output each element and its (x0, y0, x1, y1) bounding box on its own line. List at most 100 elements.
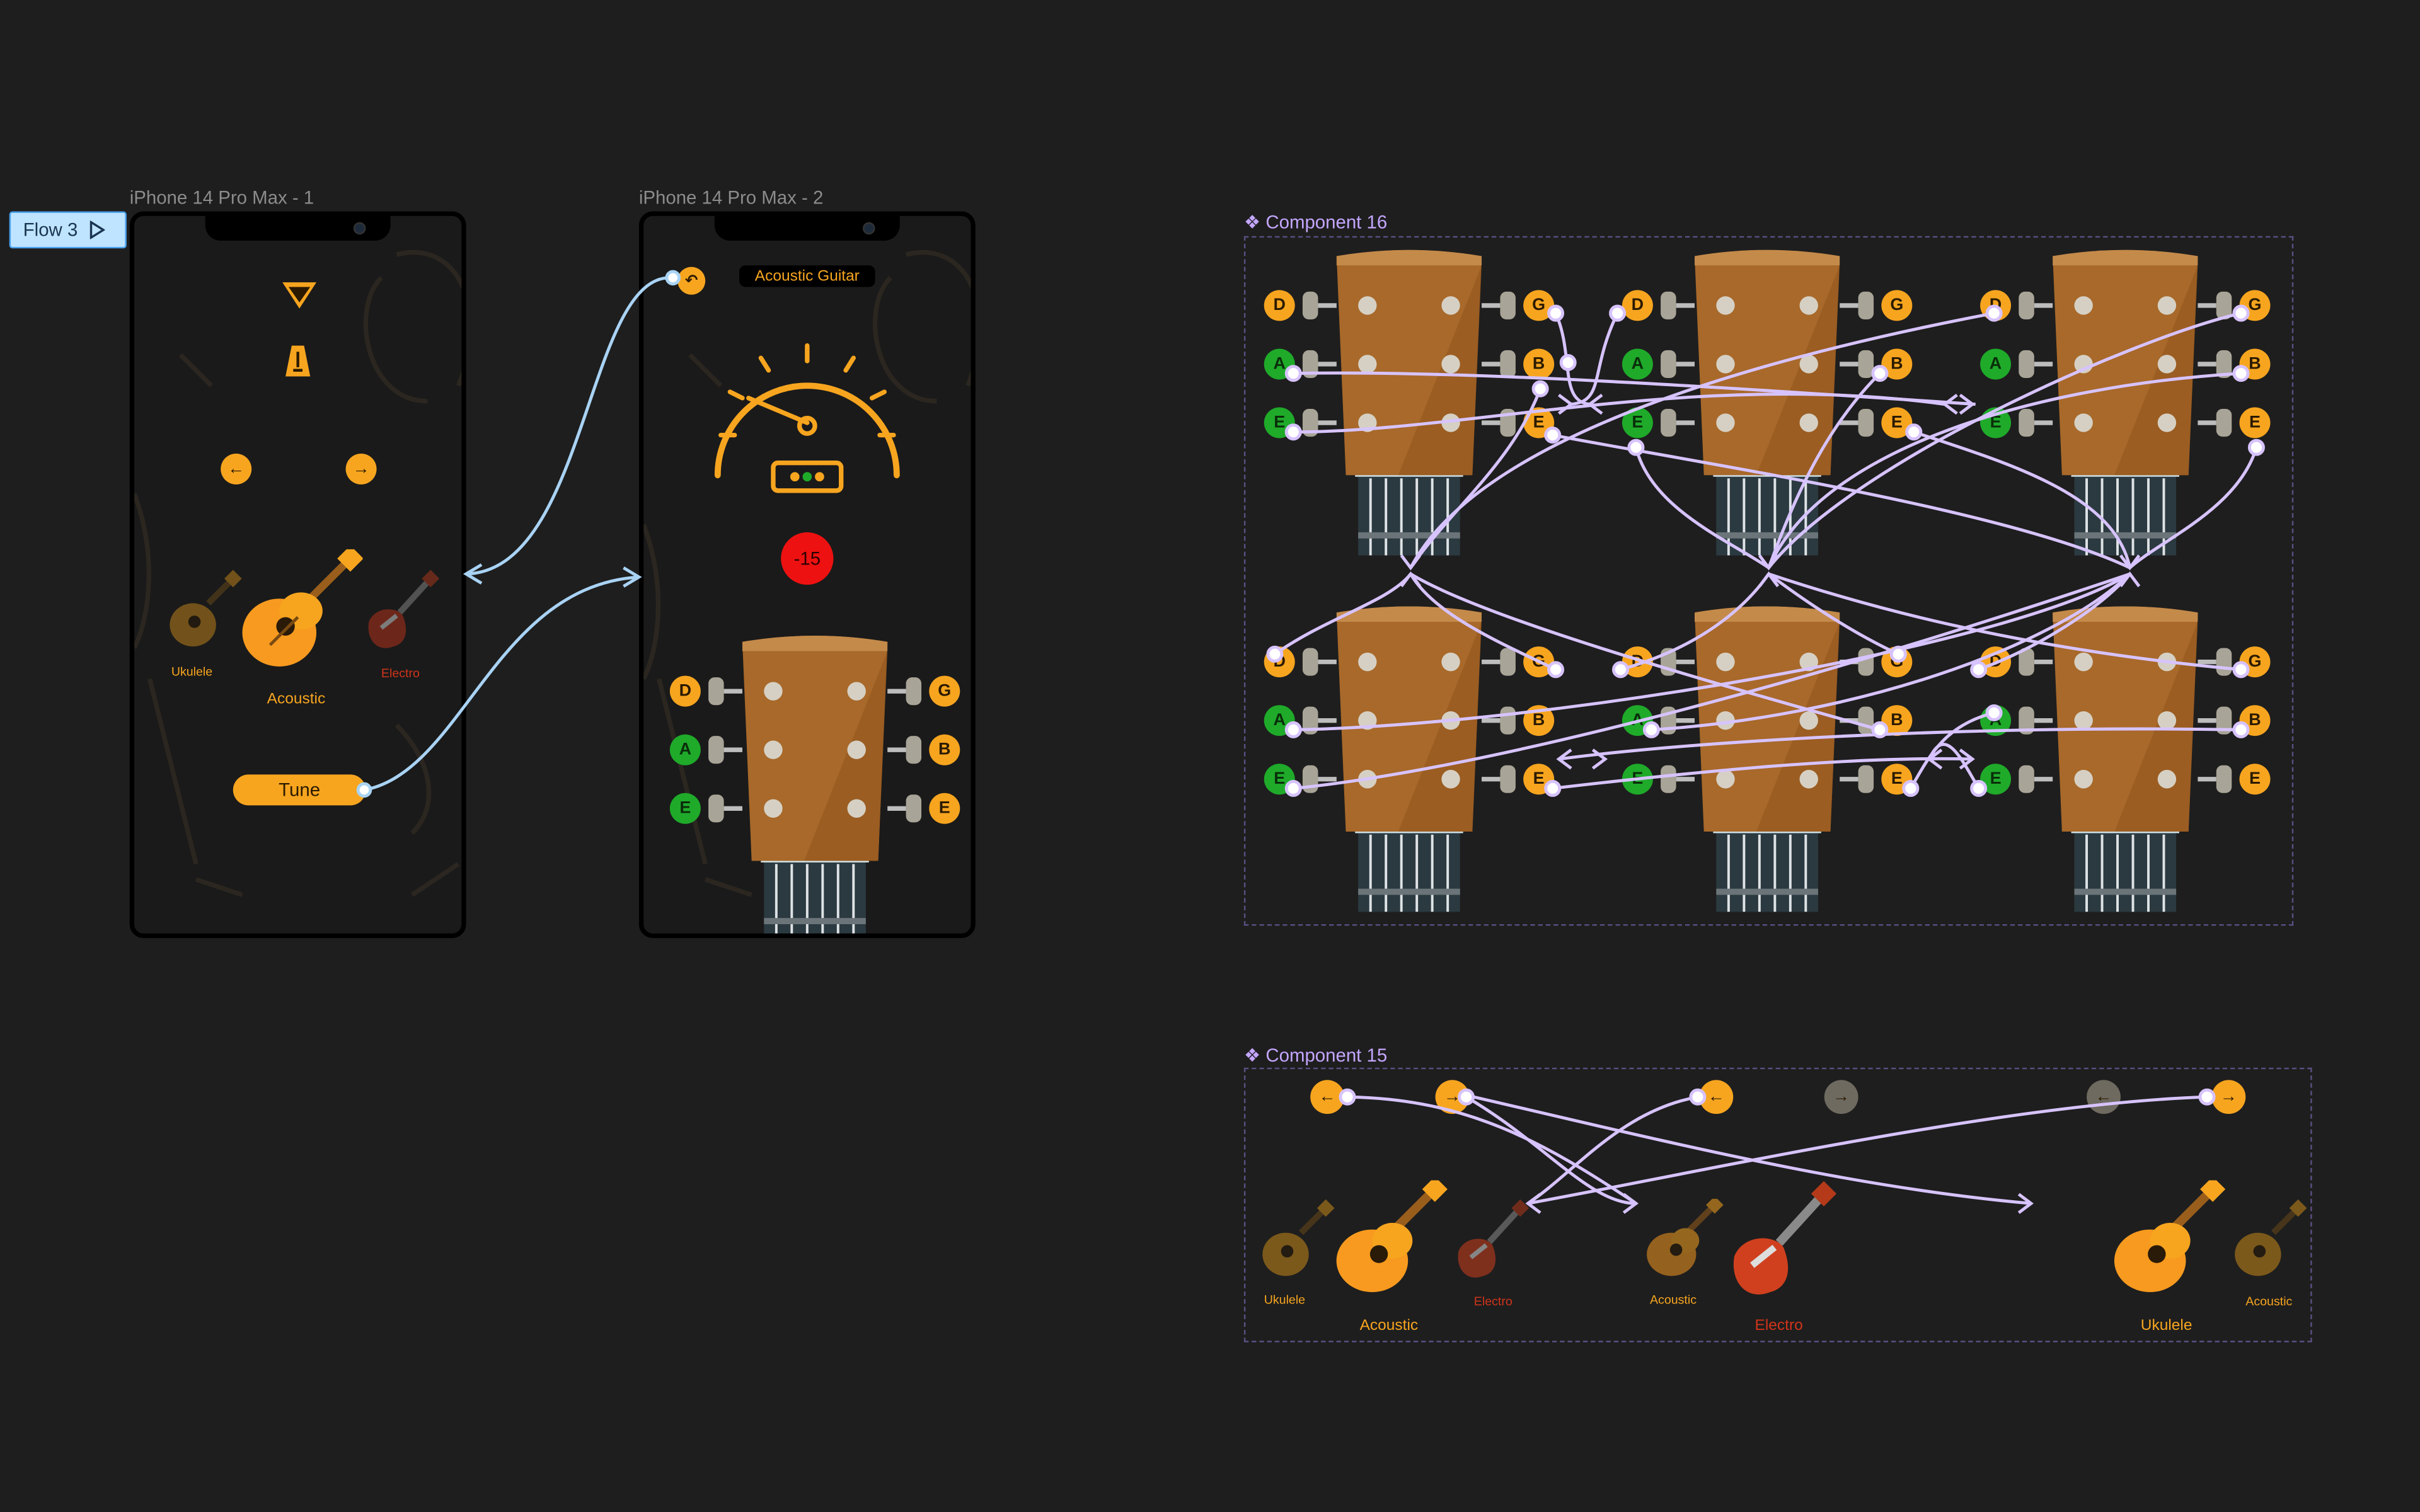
component-title-15[interactable]: ❖ Component 15 (1244, 1045, 1387, 1066)
back-icon: ↶ (684, 272, 698, 290)
next-instrument-button[interactable]: → (345, 454, 377, 484)
string-peg-left[interactable]: E (1980, 764, 2012, 795)
string-peg-left[interactable]: D (1980, 646, 2012, 678)
guitar-headstock-icon (2019, 249, 2232, 556)
string-peg-left[interactable]: E (1264, 764, 1295, 795)
string-peg-left[interactable]: D (669, 675, 701, 707)
component-icon: ❖ (1243, 211, 1266, 233)
ukulele-icon[interactable] (2227, 1199, 2307, 1285)
gauge-icon (714, 343, 900, 493)
string-peg-left[interactable]: A (1264, 705, 1295, 736)
flow-starting-point[interactable]: Flow 3 (9, 211, 127, 249)
instrument-label: Electro (1473, 1294, 1512, 1309)
ukulele-icon[interactable] (1255, 1199, 1335, 1285)
string-peg-right[interactable]: B (2239, 348, 2271, 380)
frame-title-1[interactable]: iPhone 14 Pro Max - 1 (130, 186, 314, 208)
string-peg-left[interactable]: A (1980, 705, 2012, 736)
metronome-icon[interactable] (282, 343, 313, 380)
previous-instrument-button[interactable]: ← (221, 454, 252, 484)
string-peg-left[interactable]: A (1622, 348, 1653, 380)
electric-guitar-icon[interactable] (1449, 1199, 1530, 1285)
string-peg-left[interactable]: E (1980, 407, 2012, 438)
arrow-right-button[interactable]: → (1824, 1080, 1858, 1114)
arrow-left-button[interactable]: ← (2087, 1080, 2121, 1114)
instrument-label: Ukulele (1264, 1293, 1306, 1307)
arrow-left-button[interactable]: ← (1310, 1080, 1345, 1114)
arrow-left-icon: ← (228, 459, 245, 479)
string-peg-left[interactable]: A (1980, 348, 2012, 380)
string-peg-left[interactable]: E (1622, 764, 1653, 795)
arrow-right-icon: → (2220, 1087, 2237, 1106)
string-peg-right[interactable]: G (2239, 646, 2271, 678)
deviation-badge: -15 (781, 532, 834, 585)
acoustic-guitar-icon[interactable] (236, 549, 363, 679)
string-peg-right[interactable]: E (1881, 407, 1913, 438)
string-peg-right[interactable]: B (1523, 705, 1555, 736)
guitar-headstock-icon (1302, 249, 1516, 556)
string-peg-right[interactable]: E (2239, 764, 2271, 795)
string-peg-left[interactable]: D (1264, 646, 1295, 678)
arrow-right-button[interactable]: → (2211, 1080, 2246, 1114)
string-peg-right[interactable]: G (1523, 290, 1555, 321)
string-peg-left[interactable]: E (1622, 407, 1653, 438)
string-peg-left[interactable]: A (1264, 348, 1295, 380)
string-peg-right[interactable]: G (2239, 290, 2271, 321)
instrument-label: Acoustic (2245, 1294, 2293, 1309)
arrow-left-button[interactable]: ← (1699, 1080, 1734, 1114)
string-peg-left[interactable]: D (1622, 646, 1653, 678)
design-canvas: Flow 3 iPhone 14 Pro Max - 1 iPhone 14 P… (0, 0, 2420, 1512)
string-peg-left[interactable]: D (1980, 290, 2012, 321)
acoustic-guitar-icon[interactable] (2110, 1180, 2227, 1305)
frame-title-2[interactable]: iPhone 14 Pro Max - 2 (639, 186, 823, 208)
guitar-headstock-icon (2019, 606, 2232, 912)
string-peg-right[interactable]: E (2239, 407, 2271, 438)
component-icon: ❖ (1243, 1044, 1266, 1067)
arrow-right-button[interactable]: → (1435, 1080, 1470, 1114)
arrow-right-icon: → (352, 459, 370, 479)
string-peg-left[interactable]: D (1264, 290, 1295, 321)
string-peg-right[interactable]: B (1881, 348, 1913, 380)
guitar-headstock-icon (1661, 606, 1874, 912)
arrow-left-icon: ← (1318, 1087, 1336, 1106)
guitar-headstock-icon (1302, 606, 1516, 912)
string-peg-right[interactable]: E (929, 793, 960, 824)
acoustic-guitar-icon[interactable] (1644, 1198, 1724, 1285)
instrument-label: Acoustic (1649, 1293, 1697, 1307)
play-icon (90, 220, 106, 239)
string-peg-right[interactable]: E (1523, 407, 1555, 438)
string-peg-right[interactable]: E (1881, 764, 1913, 795)
phone-frame-home[interactable]: ← → Ukulele Acoustic Electro Tune (129, 211, 466, 938)
string-peg-left[interactable]: D (1622, 290, 1653, 321)
string-peg-right[interactable]: B (2239, 705, 2271, 736)
electric-guitar-icon[interactable] (1721, 1180, 1838, 1305)
tuner-logo-icon[interactable] (279, 278, 320, 315)
arrow-left-icon: ← (2095, 1087, 2112, 1106)
electric-guitar-icon[interactable] (360, 570, 440, 656)
camera-icon (862, 222, 875, 235)
component-set-15[interactable]: ← → Ukulele Acoustic Electro ← → Acoustic Electr… (1243, 1067, 2312, 1343)
instrument-title: Acoustic Guitar (739, 265, 875, 287)
string-peg-left[interactable]: E (1264, 407, 1295, 438)
acoustic-guitar-icon[interactable] (1332, 1180, 1448, 1305)
back-button[interactable]: ↶ (677, 266, 706, 295)
string-peg-right[interactable]: E (1523, 764, 1555, 795)
string-peg-right[interactable]: B (1523, 348, 1555, 380)
string-peg-right[interactable]: G (929, 675, 960, 707)
guitar-headstock-icon (1661, 249, 1874, 556)
string-peg-right[interactable]: B (929, 734, 960, 765)
instrument-label-left: Ukulele (171, 665, 213, 679)
string-peg-right[interactable]: G (1881, 290, 1913, 321)
string-peg-right[interactable]: B (1881, 705, 1913, 736)
instrument-label-right: Electro (381, 666, 420, 681)
guitar-headstock-icon (708, 635, 922, 934)
string-peg-left[interactable]: A (1622, 705, 1653, 736)
string-peg-left[interactable]: A (669, 734, 701, 765)
component-title-16[interactable]: ❖ Component 16 (1244, 212, 1387, 233)
string-peg-left[interactable]: E (669, 793, 701, 824)
string-peg-right[interactable]: G (1523, 646, 1555, 678)
string-peg-right[interactable]: G (1881, 646, 1913, 678)
ukulele-icon[interactable] (162, 570, 242, 656)
phone-frame-tuner[interactable]: ↶ Acoustic Guitar -15 DGABEE (638, 211, 976, 938)
tune-button[interactable]: Tune (233, 774, 366, 806)
component-set-16[interactable]: DGABEEDGABEEDGABEEDGABEEDGABEEDGABEE (1243, 236, 2294, 926)
